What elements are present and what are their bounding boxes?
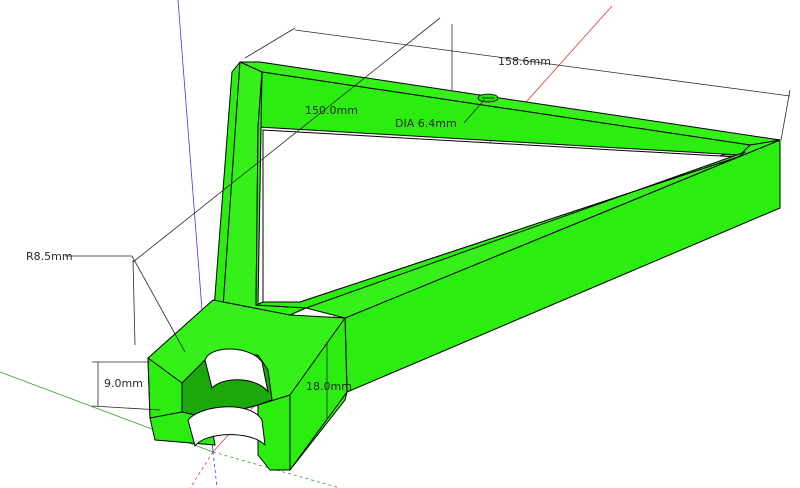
dim-158-ext-right — [780, 89, 791, 141]
dim-150-ext-bottom — [132, 259, 136, 346]
label-158: 158.6mm — [498, 55, 551, 68]
label-dia: DIA 6.4mm — [395, 117, 457, 130]
r85-leader — [65, 255, 186, 353]
blue-axis-hidden — [212, 451, 218, 488]
red-axis-hidden — [189, 451, 214, 488]
green-bracket-model[interactable] — [147, 61, 781, 471]
label-18: 18.0mm — [306, 380, 352, 393]
modeling-viewport[interactable]: 158.6mm 150.0mm DIA 6.4mm R8.5mm 9.0mm 1… — [0, 0, 800, 488]
label-r85: R8.5mm — [26, 250, 73, 263]
hub-bore-lower-cutout — [187, 406, 266, 447]
dim-158-ext-left — [244, 27, 296, 59]
mounting-hole[interactable] — [477, 93, 499, 103]
label-9: 9.0mm — [104, 377, 143, 390]
label-150: 150.0mm — [305, 104, 358, 117]
